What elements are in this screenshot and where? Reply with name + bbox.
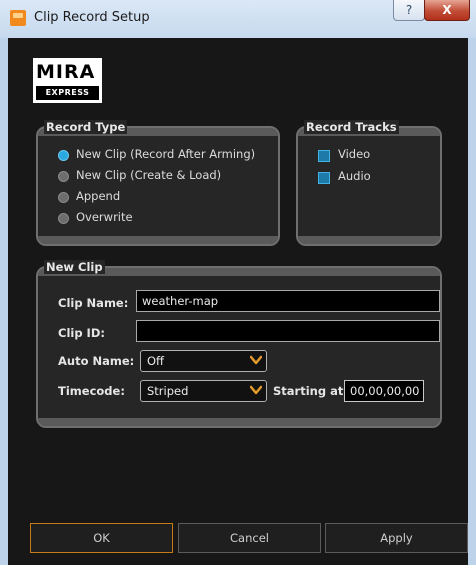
- clip-id-label: Clip ID:: [58, 326, 105, 340]
- radio-overwrite[interactable]: [58, 213, 69, 224]
- logo-express-text: EXPRESS: [36, 86, 99, 100]
- auto-name-select[interactable]: Off: [140, 350, 267, 372]
- group-bottom-bar: [38, 236, 278, 244]
- timecode-select[interactable]: Striped: [140, 380, 267, 402]
- audio-label[interactable]: Audio: [338, 169, 371, 183]
- option-append[interactable]: Append: [76, 189, 120, 203]
- window-title: Clip Record Setup: [34, 10, 150, 25]
- chevron-down-icon: [250, 355, 262, 365]
- option-new-clip-record-after-arming[interactable]: New Clip (Record After Arming): [76, 147, 255, 161]
- dialog-body: MIRA EXPRESS Record Type New Clip (Recor…: [8, 38, 468, 565]
- apply-button[interactable]: Apply: [325, 523, 468, 553]
- clip-name-input[interactable]: weather-map: [136, 290, 440, 312]
- dialog-window: Clip Record Setup ? X MIRA EXPRESS Recor…: [0, 0, 476, 565]
- timecode-value: Striped: [147, 384, 189, 398]
- audio-checkbox[interactable]: [318, 172, 330, 184]
- cancel-button[interactable]: Cancel: [178, 523, 321, 553]
- radio-new-clip-create-load[interactable]: [58, 171, 69, 182]
- record-type-group: Record Type New Clip (Record After Armin…: [36, 120, 280, 246]
- clip-id-input[interactable]: [136, 320, 440, 342]
- new-clip-group: New Clip Clip Name: weather-map Clip ID:…: [36, 260, 442, 428]
- auto-name-value: Off: [147, 354, 164, 368]
- option-overwrite[interactable]: Overwrite: [76, 210, 133, 224]
- new-clip-label: New Clip: [44, 260, 105, 274]
- starting-at-input[interactable]: 00,00,00,00: [344, 380, 424, 402]
- ok-button[interactable]: OK: [30, 523, 173, 553]
- group-bottom-bar: [38, 418, 440, 426]
- record-tracks-group: Record Tracks Video Audio: [296, 120, 442, 246]
- radio-append[interactable]: [58, 192, 69, 203]
- record-type-label: Record Type: [44, 120, 128, 134]
- radio-new-clip-record-after-arming[interactable]: [58, 150, 69, 161]
- mira-express-logo: MIRA EXPRESS: [33, 58, 102, 103]
- clip-name-label: Clip Name:: [58, 296, 129, 310]
- timecode-label: Timecode:: [58, 384, 125, 398]
- group-bottom-bar: [298, 236, 440, 244]
- logo-mira-text: MIRA: [36, 61, 96, 83]
- help-button[interactable]: ?: [393, 0, 425, 21]
- option-new-clip-create-load[interactable]: New Clip (Create & Load): [76, 168, 221, 182]
- record-tracks-label: Record Tracks: [304, 120, 399, 134]
- auto-name-label: Auto Name:: [58, 354, 135, 368]
- chevron-down-icon: [250, 385, 262, 395]
- video-label[interactable]: Video: [338, 147, 370, 161]
- close-button[interactable]: X: [424, 0, 470, 21]
- starting-at-label: Starting at:: [273, 384, 348, 398]
- app-icon: [10, 10, 26, 26]
- video-checkbox[interactable]: [318, 150, 330, 162]
- title-bar[interactable]: Clip Record Setup ? X: [0, 0, 476, 38]
